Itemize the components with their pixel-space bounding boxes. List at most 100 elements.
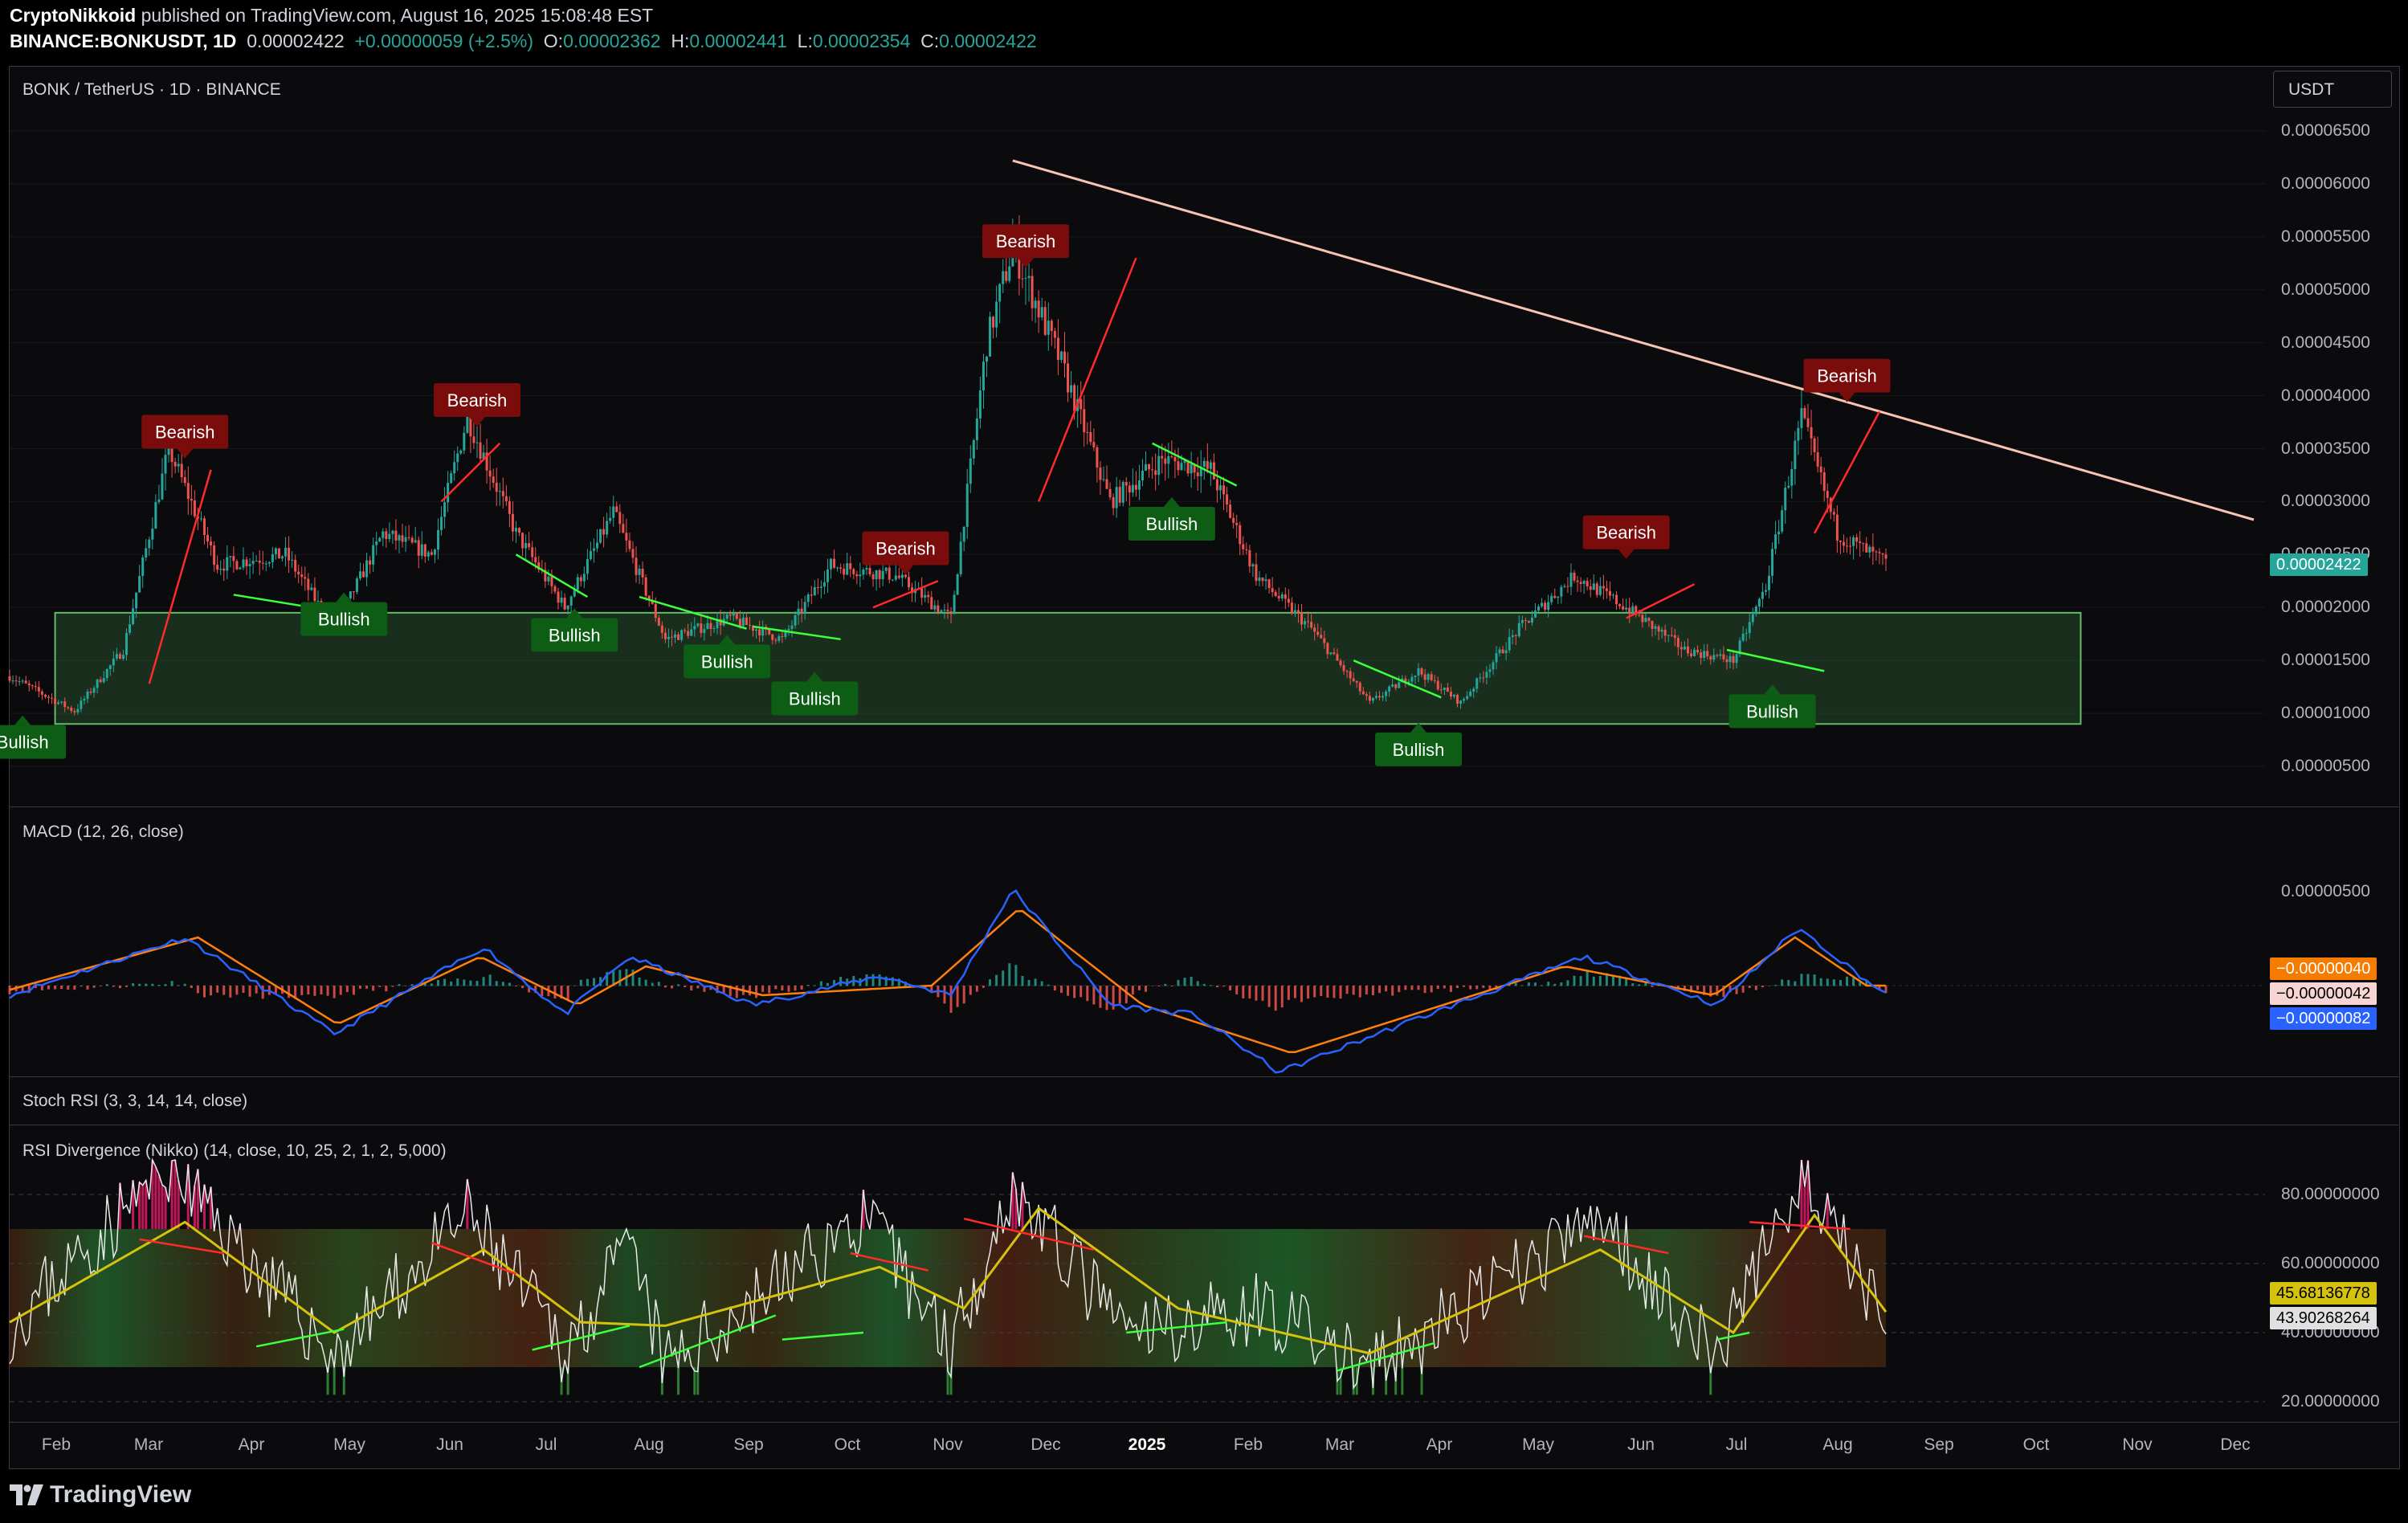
macd-histogram-bar xyxy=(352,986,355,995)
macd-histogram-bar xyxy=(326,986,329,996)
candle-body xyxy=(978,390,982,419)
candle-body xyxy=(1258,577,1261,582)
candle-body xyxy=(1382,696,1385,698)
candle-body xyxy=(242,559,245,568)
macd-histogram-bar xyxy=(618,970,622,986)
candle-body xyxy=(1229,504,1232,518)
y-tick-label: 0.00005000 xyxy=(2281,280,2370,299)
macd-histogram-bar xyxy=(521,986,524,989)
candle-body xyxy=(410,537,414,543)
pane-separator-macd[interactable] xyxy=(9,806,2398,807)
macd-histogram-bar xyxy=(989,979,992,986)
candle-body xyxy=(248,564,251,566)
candle-body xyxy=(524,543,528,549)
tradingview-logo[interactable]: TradingView xyxy=(10,1481,191,1509)
support-zone-layer xyxy=(10,130,2265,767)
main-pane-title[interactable]: BONK / TetherUS · 1D · BINANCE xyxy=(22,80,281,100)
stoch-pane-title[interactable]: Stoch RSI (3, 3, 14, 14, close) xyxy=(22,1092,247,1111)
candle-body xyxy=(1878,552,1881,553)
candle-body xyxy=(1563,586,1566,587)
candle-body xyxy=(1569,572,1573,587)
candle-body xyxy=(1508,637,1511,651)
candle-body xyxy=(800,608,803,613)
x-tick-label: Mar xyxy=(1324,1435,1355,1454)
macd-histogram-bar xyxy=(92,986,96,988)
signal-label: Bullish xyxy=(1393,740,1445,760)
pane-separator-stoch[interactable] xyxy=(9,1076,2398,1077)
candle-body xyxy=(660,625,663,633)
macd-pane-title[interactable]: MACD (12, 26, close) xyxy=(22,823,184,842)
candle-body xyxy=(1099,468,1102,480)
chart-canvas[interactable]: Bullish Bearish Bullish Bearish Bullish Bulli… xyxy=(0,0,2408,1523)
macd-histogram-bar xyxy=(1852,978,1855,986)
currency-button[interactable]: USDT xyxy=(2273,71,2392,108)
candle-body xyxy=(1031,276,1034,308)
candle-body xyxy=(700,623,703,633)
rsi-layer xyxy=(9,1158,2265,1403)
bullish-signal: Bullish xyxy=(1128,497,1215,541)
macd-histogram-bar xyxy=(132,983,135,986)
candle-body xyxy=(927,594,930,598)
macd-histogram-bar xyxy=(735,986,738,998)
candle-body xyxy=(1121,482,1124,503)
candle-body xyxy=(183,477,186,484)
candle-body xyxy=(440,517,443,530)
candle-body xyxy=(1300,612,1304,625)
macd-histogram-bar xyxy=(651,982,654,986)
candle-body xyxy=(1452,695,1455,697)
rsi-pane-title[interactable]: RSI Divergence (Nikko) (14, close, 10, 2… xyxy=(22,1141,447,1161)
bearish-signal: Bearish xyxy=(982,224,1069,268)
candle-body xyxy=(1501,649,1504,654)
macd-histogram-bar xyxy=(1137,986,1141,990)
x-tick-label: Aug xyxy=(634,1435,664,1454)
candle-body xyxy=(677,634,680,640)
candle-body xyxy=(1813,438,1816,453)
candle-body xyxy=(427,552,430,557)
macd-histogram-bar xyxy=(216,986,219,993)
macd-histogram-bar xyxy=(1553,983,1557,986)
macd-histogram-bar xyxy=(800,986,803,990)
candle-body xyxy=(504,496,508,502)
candle-body xyxy=(177,463,180,467)
macd-histogram-bar xyxy=(436,979,439,986)
macd-histogram-bar xyxy=(1008,963,1011,986)
candle-body xyxy=(949,610,953,615)
candle-body xyxy=(969,458,972,484)
candle-body xyxy=(602,529,606,535)
candle-body xyxy=(40,691,43,695)
candle-body xyxy=(1527,620,1530,623)
macd-histogram-bar xyxy=(170,981,173,986)
macd-histogram-bar xyxy=(690,986,693,991)
candle-body xyxy=(180,463,183,478)
candle-body xyxy=(1067,363,1070,393)
candle-body xyxy=(741,617,745,627)
candle-body xyxy=(1641,615,1644,623)
macd-histogram-bar xyxy=(1099,986,1102,1008)
candle-body xyxy=(1073,385,1076,411)
candle-body xyxy=(1524,620,1527,622)
macd-histogram-bar xyxy=(1145,986,1148,992)
macd-histogram-bar xyxy=(1800,974,1803,986)
candle-body xyxy=(1245,549,1248,550)
candle-body xyxy=(654,603,657,619)
candle-body xyxy=(210,541,213,546)
macd-histogram-bar xyxy=(586,978,589,986)
candle-body xyxy=(1336,654,1339,661)
macd-histogram-bar xyxy=(183,983,186,986)
macd-histogram-bar xyxy=(255,986,258,994)
candle-body xyxy=(206,534,210,542)
candle-body xyxy=(1339,660,1342,666)
y-tick-label: 0.00006500 xyxy=(2281,121,2370,140)
candle-body xyxy=(965,484,969,527)
y-tick-label: 0.00001000 xyxy=(2281,704,2370,723)
candle-body xyxy=(1514,635,1517,636)
candle-body xyxy=(404,537,407,542)
macd-histogram-bar xyxy=(300,986,304,995)
candle-body xyxy=(1070,385,1073,393)
candle-body xyxy=(674,634,677,638)
candle-body xyxy=(547,576,550,582)
candle-body xyxy=(18,681,21,683)
candle-body xyxy=(1800,408,1803,428)
macd-histogram-bar xyxy=(73,986,76,990)
candle-body xyxy=(498,491,501,492)
